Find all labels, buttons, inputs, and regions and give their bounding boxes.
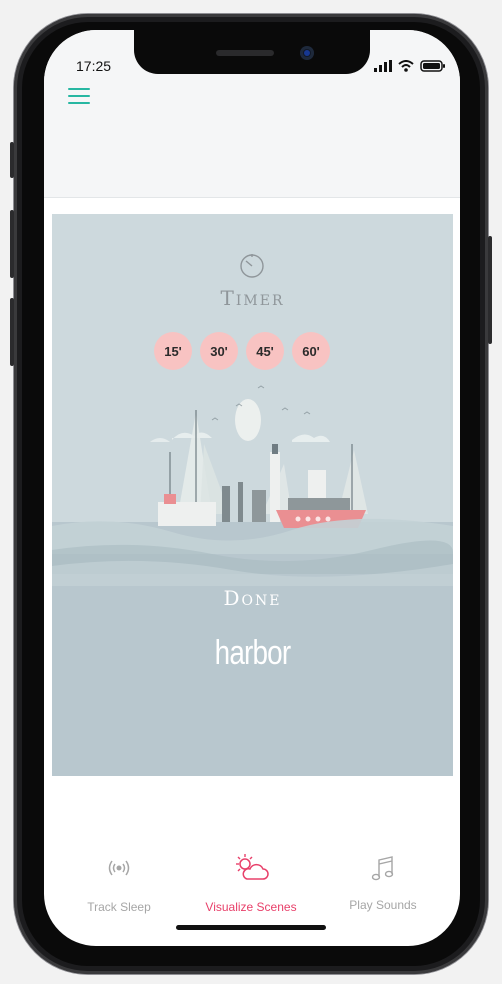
timer-option-60[interactable]: 60' — [292, 332, 330, 370]
status-icons — [374, 60, 446, 72]
front-camera — [300, 46, 314, 60]
tab-track-sleep-label: Track Sleep — [87, 900, 151, 914]
power-button — [488, 236, 492, 344]
volume-up-button — [10, 210, 14, 278]
tab-track-sleep[interactable]: Track Sleep — [50, 850, 188, 914]
status-time: 17:25 — [76, 58, 112, 74]
signal-icon — [374, 60, 392, 72]
timer-option-45[interactable]: 45' — [246, 332, 284, 370]
music-note-icon — [371, 856, 394, 881]
home-indicator[interactable] — [176, 925, 326, 930]
tab-play-sounds[interactable]: Play Sounds — [314, 850, 452, 912]
volume-down-button — [10, 298, 14, 366]
wifi-icon — [398, 60, 414, 72]
battery-icon — [420, 60, 445, 72]
done-button[interactable]: Done — [52, 586, 453, 610]
broadcast-icon — [108, 860, 130, 876]
phone-notch — [134, 30, 370, 74]
timer-options: 15' 30' 45' 60' — [154, 332, 330, 370]
tab-visualize-scenes-label: Visualize Scenes — [205, 900, 297, 914]
timer-option-30[interactable]: 30' — [200, 332, 238, 370]
bottom-tab-bar: Track Sleep Visualize Scenes Play Sounds — [44, 850, 460, 930]
timer-icon — [240, 254, 264, 278]
tab-visualize-scenes[interactable]: Visualize Scenes — [182, 850, 320, 914]
timer-option-15[interactable]: 15' — [154, 332, 192, 370]
mute-switch — [10, 142, 14, 178]
timer-title: Timer — [220, 286, 285, 310]
app-screen: 17:25 Timer 15' 30' 45' 60' Done harbor … — [44, 30, 460, 946]
hamburger-menu-icon[interactable] — [68, 88, 90, 106]
speaker-grille — [216, 50, 274, 56]
weather-scene-icon — [236, 854, 269, 880]
tab-play-sounds-label: Play Sounds — [349, 898, 417, 912]
scene-card: Timer 15' 30' 45' 60' Done harbor — [52, 214, 453, 776]
scene-brand-logo: harbor — [214, 634, 291, 672]
